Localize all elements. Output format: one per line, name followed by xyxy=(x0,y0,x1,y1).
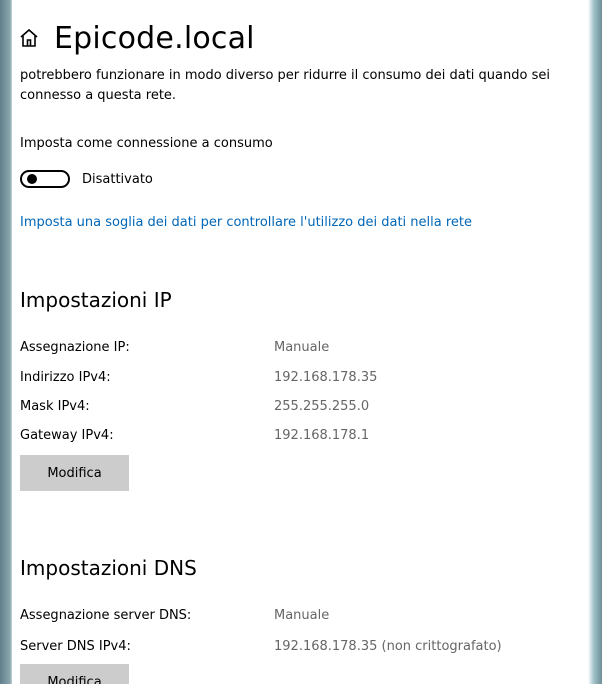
ip-row-value: 192.168.178.1 xyxy=(274,428,370,443)
ip-row-ipv4-gateway: Gateway IPv4: 192.168.178.1 xyxy=(20,428,580,443)
dns-row-label: Server DNS IPv4: xyxy=(20,639,131,654)
metered-toggle-row: Disattivato xyxy=(20,170,153,188)
ip-row-label: Indirizzo IPv4: xyxy=(20,370,111,385)
toggle-knob xyxy=(27,174,37,184)
ip-row-label: Gateway IPv4: xyxy=(20,428,114,443)
dns-settings-heading: Impostazioni DNS xyxy=(20,556,197,580)
dns-row-value: Manuale xyxy=(274,608,330,623)
page-title: Epicode.local xyxy=(54,20,255,56)
metered-toggle[interactable] xyxy=(20,170,70,188)
ip-row-label: Mask IPv4: xyxy=(20,399,90,414)
ip-row-value: Manuale xyxy=(274,340,330,355)
metered-description: potrebbero funzionare in modo diverso pe… xyxy=(20,68,550,103)
ip-row-assignment: Assegnazione IP: Manuale xyxy=(20,340,580,355)
ip-row-label: Assegnazione IP: xyxy=(20,340,130,355)
settings-panel: Epicode.local potrebbero funzionare in m… xyxy=(12,0,588,684)
metered-connection-label: Imposta come connessione a consumo xyxy=(20,136,273,151)
dns-row-assignment: Assegnazione server DNS: Manuale xyxy=(20,608,580,623)
ip-row-ipv4-mask: Mask IPv4: 255.255.255.0 xyxy=(20,399,580,414)
metered-toggle-state: Disattivato xyxy=(82,171,153,187)
dns-row-label: Assegnazione server DNS: xyxy=(20,608,192,623)
dns-edit-button[interactable]: Modifica xyxy=(20,664,129,684)
ip-settings-heading: Impostazioni IP xyxy=(20,288,172,312)
home-icon[interactable] xyxy=(18,27,40,49)
ip-row-value: 255.255.255.0 xyxy=(274,399,370,414)
dns-row-ipv4-server: Server DNS IPv4: 192.168.178.35 (non cri… xyxy=(20,639,580,654)
data-limit-link[interactable]: Imposta una soglia dei dati per controll… xyxy=(20,215,472,230)
page-header: Epicode.local xyxy=(18,18,255,58)
ip-row-value: 192.168.178.35 xyxy=(274,370,378,385)
ip-row-ipv4-address: Indirizzo IPv4: 192.168.178.35 xyxy=(20,370,580,385)
ip-edit-button[interactable]: Modifica xyxy=(20,455,129,491)
dns-row-value: 192.168.178.35 (non crittografato) xyxy=(274,639,502,654)
